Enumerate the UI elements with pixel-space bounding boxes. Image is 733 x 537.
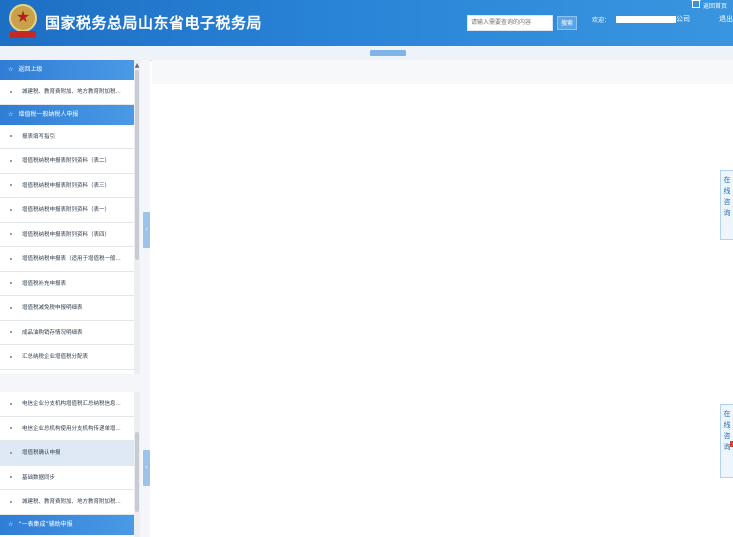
site-title: 国家税务总局山东省电子税务局 [45, 14, 263, 32]
menu-item[interactable]: 汇总纳税企业增值税分配表 [0, 345, 134, 370]
menu-item[interactable]: 增值税纳税申报表附列资料（表二） [0, 149, 134, 174]
scroll-thumb-upper[interactable] [135, 70, 139, 260]
section-header-vat-general[interactable]: ☆ 增值税一般纳税人申报 [0, 104, 134, 125]
menu-item[interactable]: 电信企业分支机构增值税汇总纳税信息... [0, 392, 134, 417]
menu-item[interactable]: 基础数据同步 [0, 466, 134, 490]
menu-item[interactable]: 增值税纳税申报表附列资料（表一） [0, 198, 134, 223]
star-icon: ☆ [8, 66, 14, 73]
scroll-thumb-lower[interactable] [135, 432, 139, 512]
exit-link[interactable]: 退出 [719, 14, 733, 24]
collapse-header-button[interactable] [370, 50, 406, 56]
sidebar-gap [0, 374, 150, 392]
section-header-back[interactable]: ☆ 返回上级 [0, 60, 134, 80]
masked-username [616, 16, 676, 23]
menu-item[interactable]: 增值税补充申报表 [0, 272, 134, 296]
toolbar-strip [0, 46, 733, 61]
home-icon[interactable] [691, 0, 701, 8]
menu-item[interactable]: 报表填写指引 [0, 125, 134, 149]
sidebar-toggle-upper[interactable]: ‹ [143, 212, 150, 248]
search-button[interactable]: 搜索 [557, 16, 577, 30]
section-header-integrated[interactable]: ☆ “一表集成”辅助申报 [0, 514, 134, 535]
home-link[interactable]: 返回首页 [703, 1, 727, 10]
content-top-strip [152, 60, 733, 84]
sidebar-toggle-lower[interactable]: ‹ [143, 450, 150, 486]
menu-item[interactable]: 增值税纳税申报表（适用于增值税一般... [0, 247, 134, 272]
menu-item[interactable]: 城建税、教育费附加、地方教育附加税... [0, 80, 134, 105]
online-consult-label: 在线咨询 [723, 176, 731, 217]
content-area [152, 84, 733, 537]
menu-item[interactable]: 增值税纳税申报表附列资料（表四） [0, 223, 134, 247]
tax-bureau-logo: ★ [8, 4, 38, 38]
menu-item[interactable]: 电信企业总机构使用分支机构传递单增... [0, 417, 134, 441]
top-header: ★ 国家税务总局山东省电子税务局 搜索 欢迎： 公司 返回首页 退出 [0, 0, 733, 46]
menu-item[interactable]: 城建税、教育费附加、地方教育附加税... [0, 490, 134, 515]
scroll-up-icon[interactable]: ▲ [134, 62, 140, 69]
menu-panel-lower: 电信企业分支机构增值税汇总纳税信息... 电信企业总机构使用分支机构传递单增..… [0, 392, 134, 537]
menu-item[interactable]: 增值税纳税申报表附列资料（表三） [0, 174, 134, 198]
menu-item-active[interactable]: 增值税确认申报 [0, 441, 134, 466]
menu-item[interactable]: 增值税减免税申报明细表 [0, 296, 134, 321]
welcome-label: 欢迎： [592, 17, 611, 24]
search-input[interactable] [467, 15, 553, 31]
menu-item[interactable]: 成品油购销存情况明细表 [0, 321, 134, 345]
online-consult-button-top[interactable]: 在线咨询 [720, 170, 733, 240]
star-icon: ☆ [8, 110, 14, 118]
menu-panel-upper: ☆ 返回上级 城建税、教育费附加、地方教育附加税... ☆ 增值税一般纳税人申报 报… [0, 60, 134, 374]
company-suffix: 公司 [676, 15, 690, 23]
star-icon: ☆ [8, 520, 14, 528]
